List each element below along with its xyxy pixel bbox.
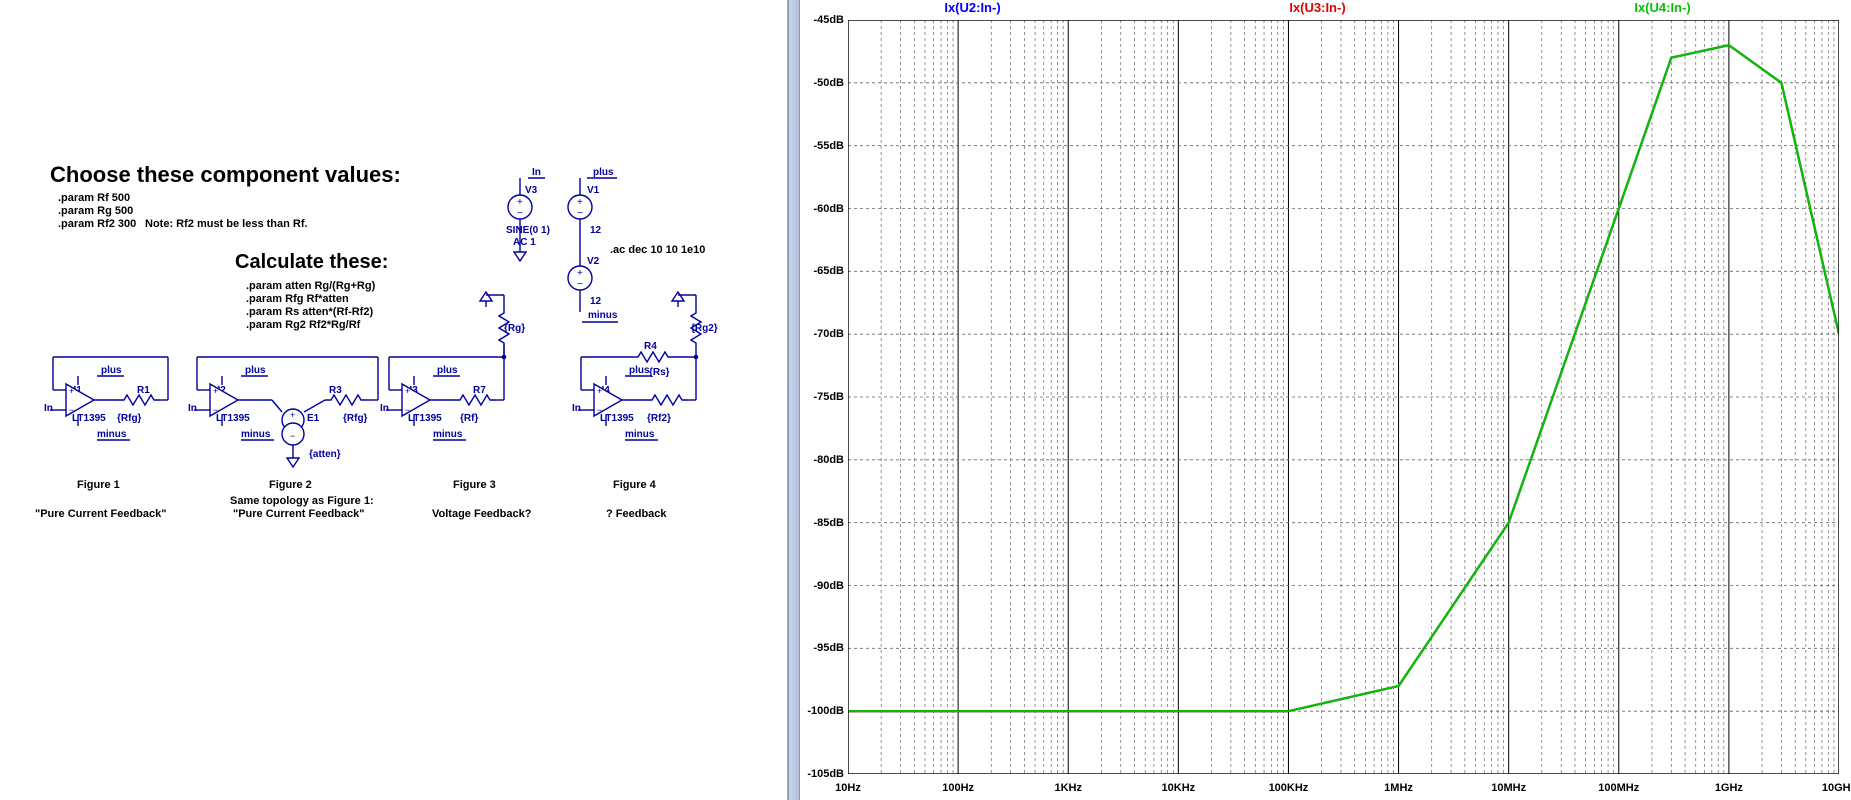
ytick: -85dB bbox=[813, 517, 844, 529]
legend-u2[interactable]: Ix(U2:In-) bbox=[944, 0, 1000, 15]
ytick: -75dB bbox=[813, 391, 844, 403]
legend-u3[interactable]: Ix(U3:In-) bbox=[1289, 0, 1345, 15]
ytick: -55dB bbox=[813, 140, 844, 152]
xtick: 100MHz bbox=[1598, 782, 1639, 794]
plot-legend: Ix(U2:In-) Ix(U3:In-) Ix(U4:In-) bbox=[800, 0, 1835, 15]
xtick: 100Hz bbox=[942, 782, 974, 794]
pane-splitter[interactable] bbox=[788, 0, 800, 800]
svg-text:−: − bbox=[290, 431, 295, 441]
xtick: 10MHz bbox=[1491, 782, 1526, 794]
xtick: 1MHz bbox=[1384, 782, 1413, 794]
svg-text:+: + bbox=[290, 410, 295, 420]
ytick: -50dB bbox=[813, 77, 844, 89]
bode-plot-canvas[interactable]: Ix(U2:In-) Ix(U3:In-) Ix(U4:In-) -45dB -5… bbox=[800, 0, 1851, 800]
ltspice-workspace: Choose these component values: .param Rf… bbox=[0, 0, 1851, 800]
legend-u4[interactable]: Ix(U4:In-) bbox=[1634, 0, 1690, 15]
ytick: -105dB bbox=[807, 768, 844, 780]
ytick: -80dB bbox=[813, 454, 844, 466]
ytick: -65dB bbox=[813, 265, 844, 277]
xtick: 100KHz bbox=[1269, 782, 1309, 794]
ytick: -95dB bbox=[813, 642, 844, 654]
ytick: -45dB bbox=[813, 14, 844, 26]
xtick: 10KHz bbox=[1162, 782, 1196, 794]
ytick: -60dB bbox=[813, 203, 844, 215]
plot-svg bbox=[848, 20, 1839, 774]
schematic-svg: + − + − bbox=[0, 0, 788, 800]
xtick: 1GHz bbox=[1715, 782, 1743, 794]
ytick: -100dB bbox=[807, 705, 844, 717]
xtick: 10GHz bbox=[1822, 782, 1851, 794]
ytick: -90dB bbox=[813, 580, 844, 592]
ytick: -70dB bbox=[813, 328, 844, 340]
schematic-canvas[interactable]: Choose these component values: .param Rf… bbox=[0, 0, 788, 800]
xtick: 10Hz bbox=[835, 782, 861, 794]
xtick: 1KHz bbox=[1054, 782, 1082, 794]
